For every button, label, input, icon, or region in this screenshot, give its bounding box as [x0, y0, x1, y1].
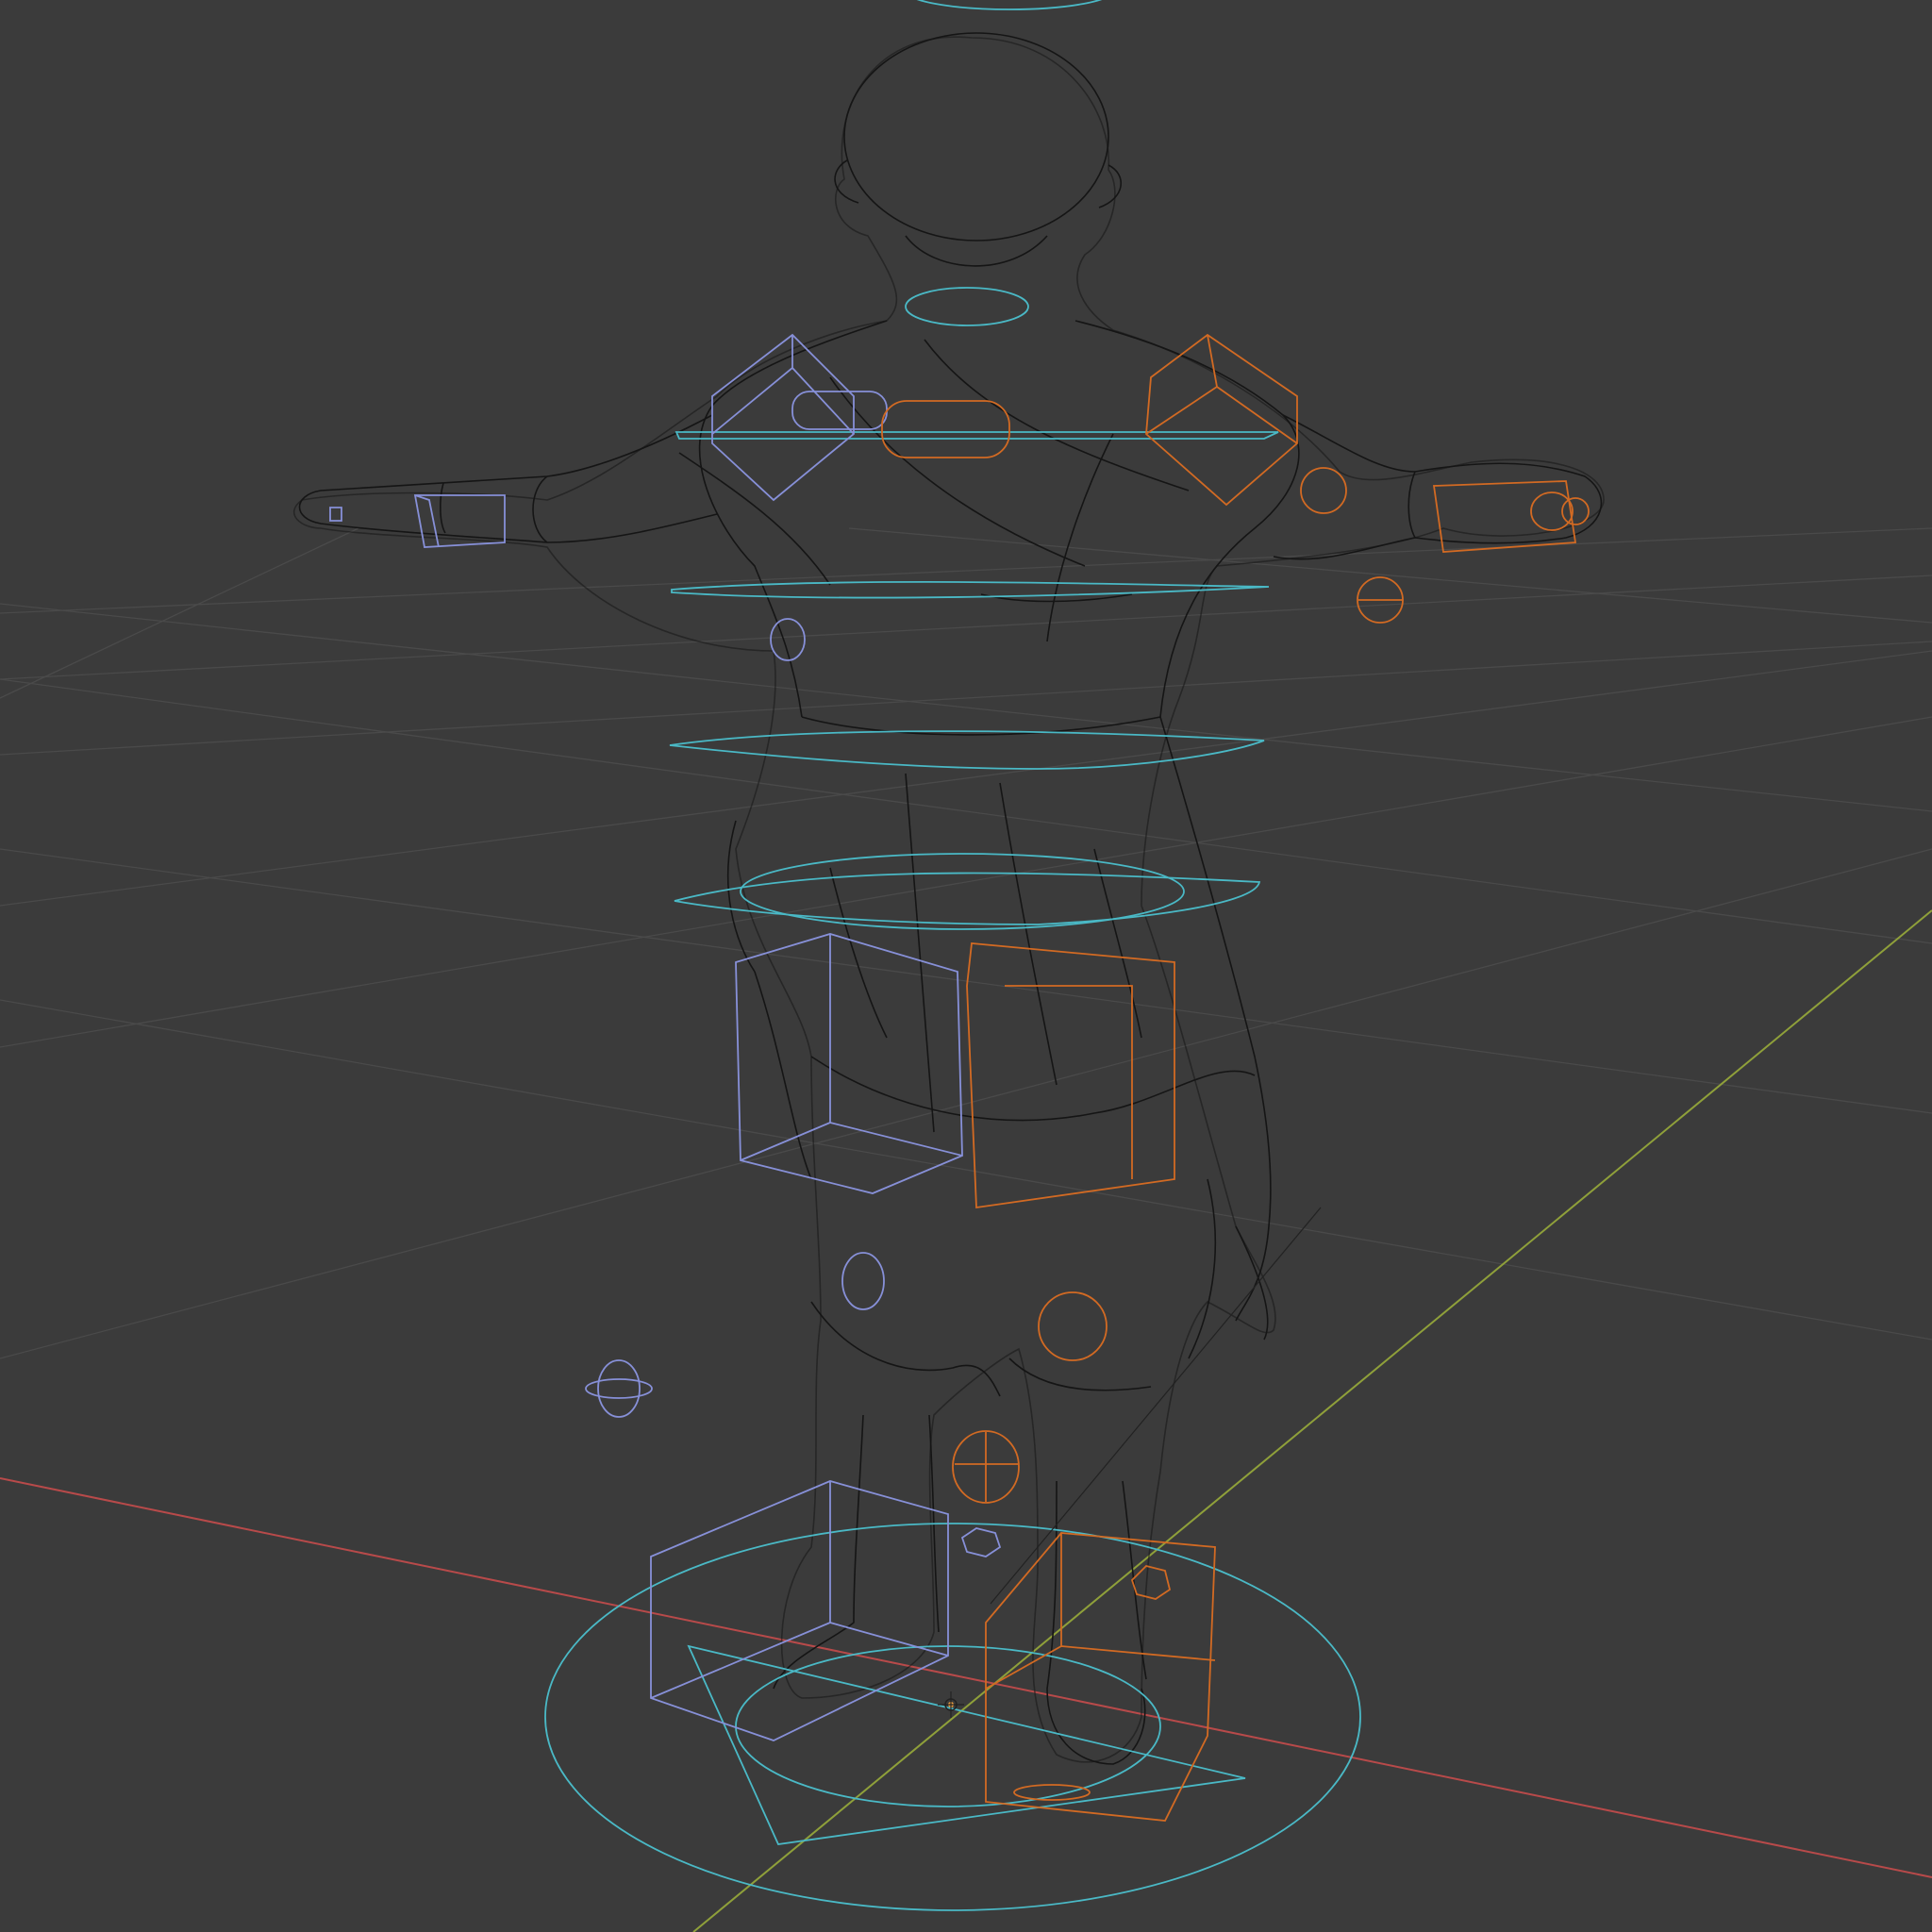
hand-r-control-2[interactable] [1561, 497, 1590, 525]
knee-r-pole[interactable] [1038, 1291, 1108, 1361]
character-mesh[interactable] [293, 32, 1605, 1765]
heel-r-control[interactable] [1013, 1784, 1091, 1801]
toe-r-control[interactable] [1130, 1565, 1172, 1600]
wrist-r-sphere[interactable] [1357, 576, 1404, 624]
origin-point-icon[interactable] [938, 1691, 964, 1718]
elbow-r-pole[interactable] [1300, 467, 1347, 514]
left-rig-controls[interactable] [329, 333, 1002, 1741]
foot-r-box[interactable] [985, 1532, 1216, 1822]
chest-control[interactable] [675, 431, 1279, 440]
knee-l-pole[interactable] [841, 1252, 885, 1310]
root-inner-control[interactable] [735, 1645, 1161, 1807]
spine-upper-control[interactable] [671, 580, 1270, 599]
y-axis-line [692, 909, 1932, 1932]
leg-r-ik-sphere[interactable] [952, 1430, 1020, 1504]
pelvis-control[interactable] [740, 853, 1185, 930]
floor-grid [0, 527, 1932, 1359]
shoulder-r-box[interactable] [1145, 333, 1298, 507]
3d-viewport[interactable] [0, 0, 1932, 1932]
spine-control[interactable] [669, 730, 1265, 770]
hand-r-control-1[interactable] [1530, 491, 1574, 531]
neck-control[interactable] [905, 287, 1029, 326]
toe-l-control[interactable] [960, 1527, 1002, 1557]
center-rig-controls[interactable] [544, 0, 1361, 1911]
bone-line [990, 1207, 1322, 1605]
viewport-scene[interactable] [0, 0, 1932, 1932]
leg-l-ik-sphere[interactable] [585, 1359, 653, 1418]
root-direction-control[interactable] [687, 1644, 1246, 1845]
right-rig-controls[interactable] [881, 333, 1590, 1822]
upperarm-l-control[interactable] [791, 391, 888, 430]
thigh-r-box[interactable] [966, 942, 1175, 1209]
head-top-control[interactable] [906, 0, 1113, 10]
hand-l-control[interactable] [329, 507, 342, 522]
foot-l-box[interactable] [650, 1480, 949, 1741]
upperarm-r-control[interactable] [881, 400, 1010, 458]
